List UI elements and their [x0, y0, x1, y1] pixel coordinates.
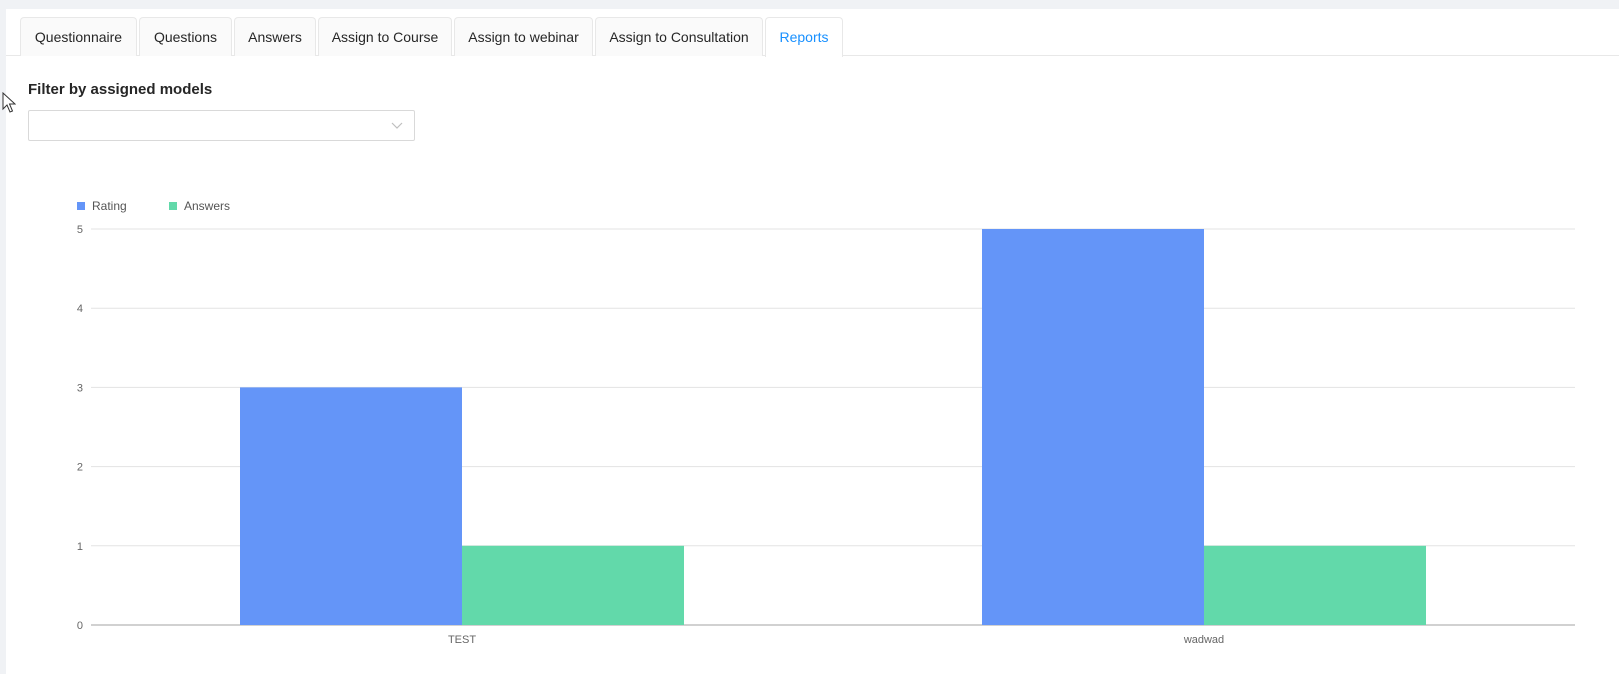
- legend-label-answers: Answers: [184, 199, 230, 213]
- bar-chart: 0 1 2 3 4 5 TEST wadwad Rating Answers: [77, 199, 1575, 646]
- bar-rating-wadwad: [982, 229, 1204, 625]
- bar-answers-test: [462, 545, 684, 625]
- y-tick-label: 5: [77, 224, 83, 236]
- bar-rating-test: [240, 387, 462, 625]
- legend-swatch-rating: [77, 202, 85, 210]
- legend-label-rating: Rating: [92, 199, 127, 213]
- y-tick-label: 2: [77, 462, 83, 474]
- y-tick-label: 0: [77, 620, 83, 632]
- y-tick-label: 1: [77, 541, 83, 553]
- y-tick-label: 3: [77, 382, 83, 394]
- x-tick-label: TEST: [448, 634, 476, 646]
- bar-answers-wadwad: [1204, 545, 1426, 625]
- y-tick-label: 4: [77, 303, 83, 315]
- legend-swatch-answers: [169, 202, 177, 210]
- x-tick-label: wadwad: [1183, 634, 1224, 646]
